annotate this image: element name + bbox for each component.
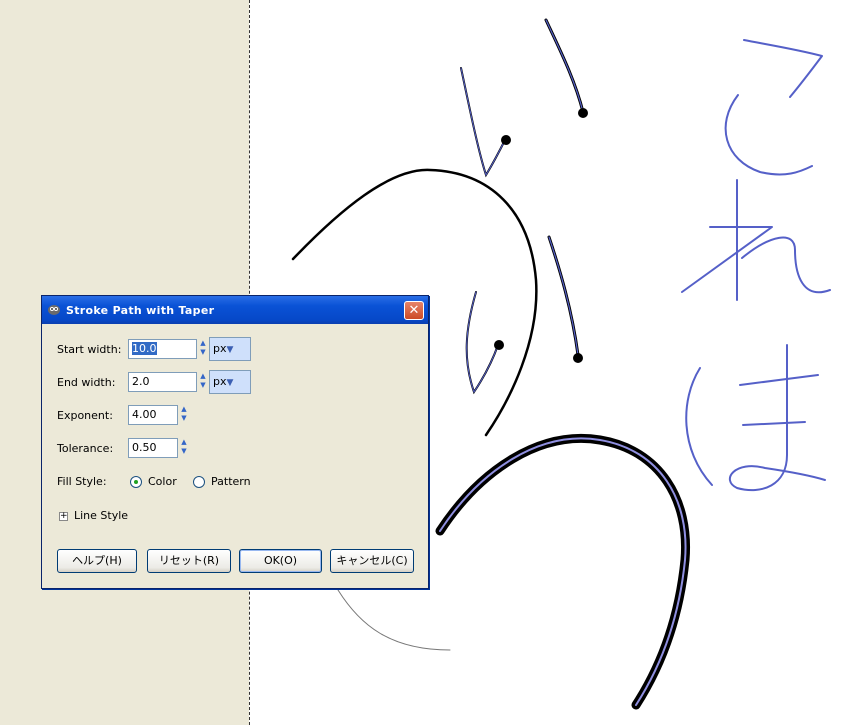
tolerance-spinner[interactable]: ▲ ▼ [179,438,189,458]
spin-down-icon[interactable]: ▼ [179,447,189,456]
end-width-input[interactable]: 2.0 [128,372,197,392]
spin-up-icon[interactable]: ▲ [179,438,189,447]
stroke-path-dialog: Stroke Path with Taper ✕ Start width: 10… [41,295,429,589]
end-width-spinner[interactable]: ▲ ▼ [198,372,208,392]
fill-style-color-radio[interactable] [130,476,142,488]
stroke-ko-bottom [724,94,813,176]
stroke-ha-cross [739,374,819,386]
spin-down-icon[interactable]: ▼ [179,414,189,423]
start-width-input[interactable]: 10.0 [128,339,197,359]
spin-up-icon[interactable]: ▲ [179,405,189,414]
tolerance-label: Tolerance: [57,442,114,455]
chevron-down-icon: ▼ [226,378,234,388]
start-width-unit-select[interactable]: px▼ [209,337,251,361]
ok-button[interactable]: OK(O) [239,549,322,573]
fill-style-pattern-label[interactable]: Pattern [211,475,251,488]
cancel-button[interactable]: キャンセル(C) [330,549,414,573]
stroke-re-right [741,236,831,294]
stroke-ha-vertical [729,344,826,492]
spin-up-icon[interactable]: ▲ [198,372,208,381]
exponent-input[interactable]: 4.00 [128,405,178,425]
spin-down-icon[interactable]: ▼ [198,381,208,390]
help-button[interactable]: ヘルプ(H) [57,549,137,573]
end-width-unit-select[interactable]: px▼ [209,370,251,394]
close-icon: ✕ [408,303,420,318]
dialog-title: Stroke Path with Taper [66,304,215,317]
reset-button[interactable]: リセット(R) [147,549,231,573]
expander-plus-icon[interactable]: + [59,512,68,521]
fill-style-color-label[interactable]: Color [148,475,177,488]
app-icon [48,305,60,315]
fill-style-label: Fill Style: [57,475,107,488]
line-style-expander[interactable]: Line Style [74,509,128,522]
stroke-ha-mid [742,421,806,426]
spin-up-icon[interactable]: ▲ [198,339,208,348]
stroke-ha-left [685,367,713,486]
start-width-label: Start width: [57,343,122,356]
stroke-re-left [681,226,773,293]
exponent-label: Exponent: [57,409,113,422]
spin-down-icon[interactable]: ▼ [198,348,208,357]
dialog-titlebar[interactable]: Stroke Path with Taper ✕ [42,296,428,324]
chevron-down-icon: ▼ [226,345,234,355]
tolerance-input[interactable]: 0.50 [128,438,178,458]
exponent-spinner[interactable]: ▲ ▼ [179,405,189,425]
stroke-ko-top [743,39,823,98]
fill-style-pattern-radio[interactable] [193,476,205,488]
end-width-label: End width: [57,376,116,389]
start-width-spinner[interactable]: ▲ ▼ [198,339,208,359]
close-button[interactable]: ✕ [404,301,424,320]
